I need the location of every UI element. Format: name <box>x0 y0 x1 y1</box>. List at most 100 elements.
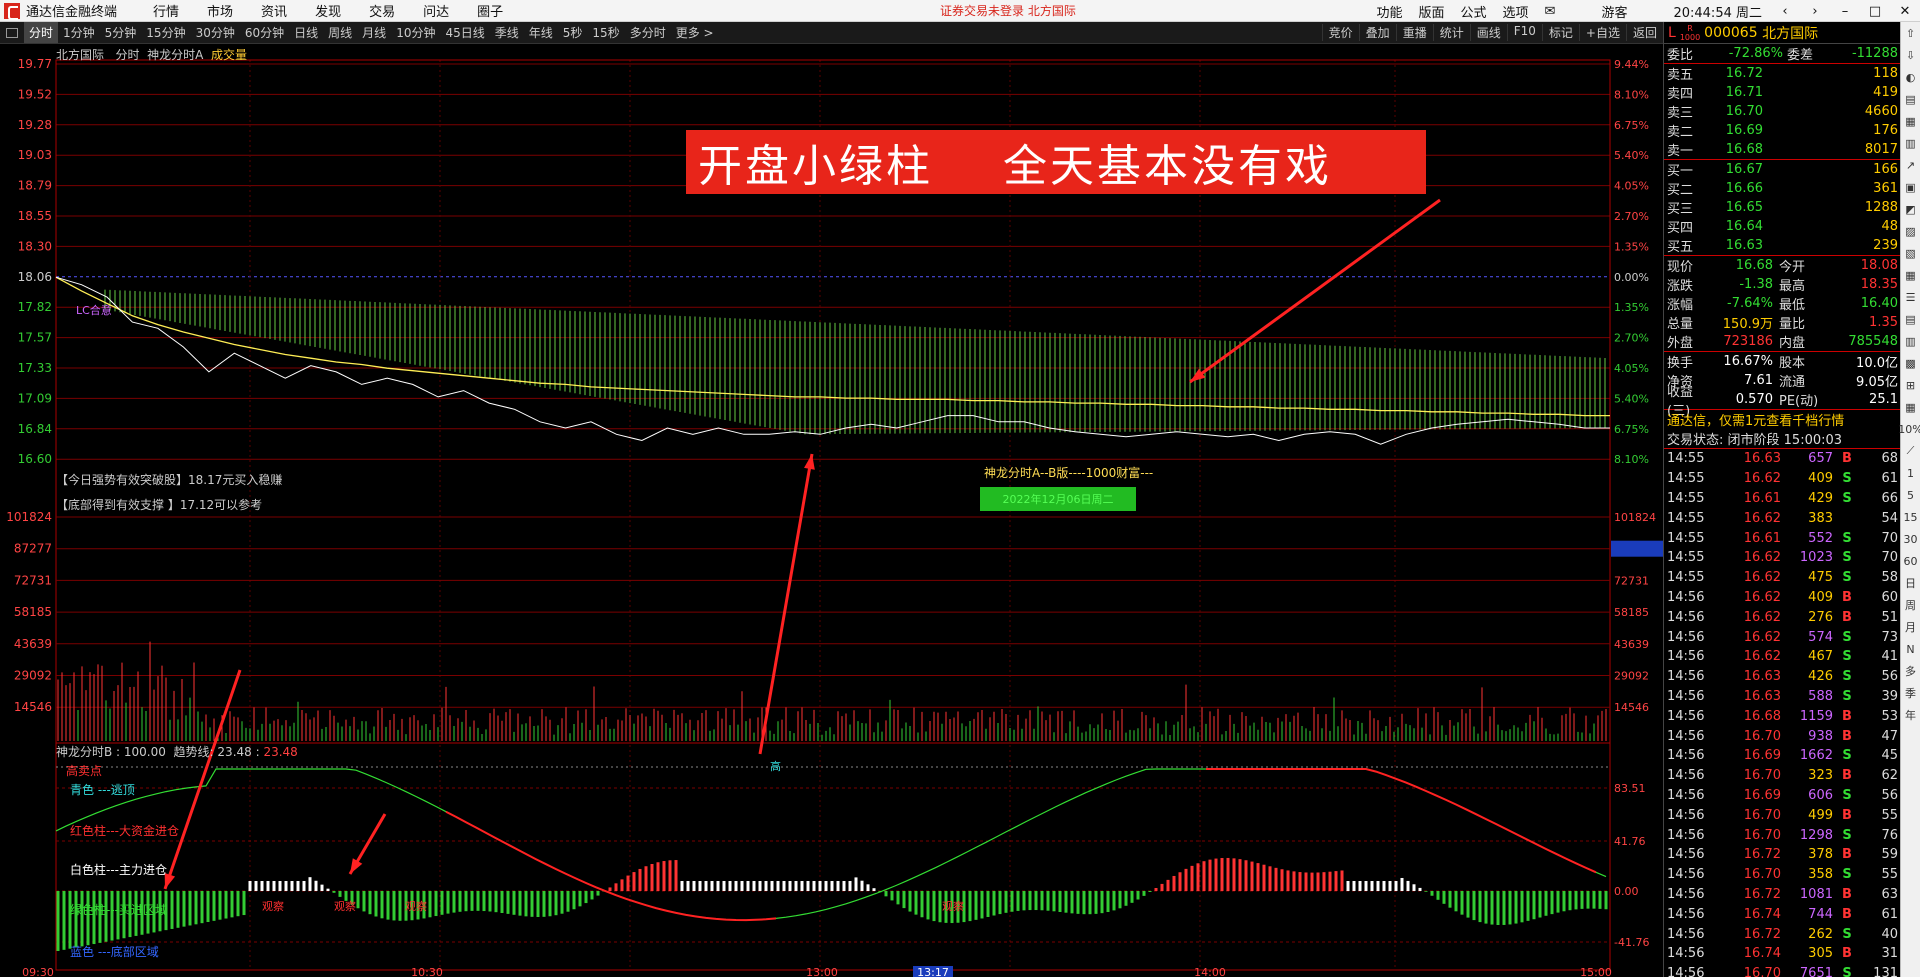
period-tab[interactable]: 15分钟 <box>141 22 190 43</box>
login-notice[interactable]: 证券交易未登录 北方国际 <box>940 2 1076 19</box>
menu-shichang[interactable]: 市场 <box>193 1 247 20</box>
tick-row: 14:56 16.72 262 S 40 <box>1664 924 1900 944</box>
side-tool-icon[interactable]: ⟋ <box>1901 440 1920 462</box>
side-tool-icon[interactable]: ▤ <box>1901 308 1920 330</box>
period-tab[interactable]: 分时 <box>24 22 59 43</box>
close-icon[interactable]: ✕ <box>1890 4 1920 19</box>
tick-side: S <box>1842 787 1852 803</box>
side-tool-icon[interactable]: 15 <box>1901 506 1920 528</box>
user-label[interactable]: 游客 <box>1593 2 1635 21</box>
maximize-icon[interactable]: □ <box>1860 4 1890 19</box>
book-volume: 361 <box>1873 181 1898 196</box>
tick-row: 14:55 16.62 475 S 58 <box>1664 568 1900 588</box>
period-tab[interactable]: 45日线 <box>440 22 489 43</box>
period-tab[interactable]: 30分钟 <box>191 22 240 43</box>
side-tool-icon[interactable]: 5 <box>1901 484 1920 506</box>
book-price: 16.66 <box>1725 181 1763 196</box>
period-tab[interactable]: 60分钟 <box>240 22 289 43</box>
panel-stock-header[interactable]: L R 1000 000065 北方国际 <box>1664 22 1900 44</box>
title-bar: 通达信金融终端 行情 市场 资讯 发现 交易 问达 圈子 证券交易未登录 北方国… <box>0 0 1920 22</box>
period-tab[interactable]: 季线 <box>490 22 524 43</box>
period-tab[interactable]: 15秒 <box>587 22 624 43</box>
chart-tool-button[interactable]: 重播 <box>1395 24 1433 41</box>
tick-row: 14:56 16.70 7651 S 131 <box>1664 964 1900 977</box>
pct-tick-label: 8.10% <box>1614 88 1649 101</box>
period-tab[interactable]: 5分钟 <box>100 22 142 43</box>
menu-xuanxiang[interactable]: 选项 <box>1495 2 1537 21</box>
period-tab[interactable]: 多分时 <box>625 22 671 43</box>
side-tool-icon[interactable]: 季 <box>1901 682 1920 704</box>
side-tool-icon[interactable]: ⇩ <box>1901 44 1920 66</box>
minimize-icon[interactable]: – <box>1830 4 1860 19</box>
chart-tool-button[interactable]: 竞价 <box>1321 24 1359 41</box>
period-tab[interactable]: 月线 <box>357 22 391 43</box>
chart-tool-button[interactable]: 画线 <box>1469 24 1507 41</box>
menu-gongshi[interactable]: 公式 <box>1453 2 1495 21</box>
period-tab[interactable]: 1分钟 <box>58 22 100 43</box>
side-tool-icon[interactable]: ▤ <box>1901 88 1920 110</box>
ad-banner[interactable]: 通达信，仅需1元查看千档行情 <box>1664 409 1900 429</box>
chart-tool-button[interactable]: 叠加 <box>1358 24 1396 41</box>
chart-tool-button[interactable]: 标记 <box>1541 24 1579 41</box>
side-tool-icon[interactable]: ▥ <box>1901 132 1920 154</box>
side-tool-icon[interactable]: 周 <box>1901 594 1920 616</box>
menu-gongneng[interactable]: 功能 <box>1368 2 1410 21</box>
side-tool-icon[interactable]: 日 <box>1901 572 1920 594</box>
period-tab[interactable]: 日线 <box>289 22 323 43</box>
side-tool-icon[interactable]: ◐ <box>1901 66 1920 88</box>
side-tool-icon[interactable]: 多 <box>1901 660 1920 682</box>
side-tool-icon[interactable]: ▦ <box>1901 110 1920 132</box>
tick-volume: 323 <box>1808 768 1833 784</box>
side-tool-icon[interactable]: ▩ <box>1901 352 1920 374</box>
menu-faxian[interactable]: 发现 <box>301 1 355 20</box>
menu-wenda[interactable]: 问达 <box>409 1 463 20</box>
side-tool-icon[interactable]: ⊞ <box>1901 374 1920 396</box>
intraday-chart[interactable]: 19.77 9.44% 19.52 8.10% 19.28 6.75% 19.03 5.40%… <box>0 44 1663 977</box>
side-tool-icon[interactable]: 月 <box>1901 616 1920 638</box>
layout-toggle-icon[interactable] <box>6 27 18 38</box>
quote-panel: L R 1000 000065 北方国际 委比 -72.86% 委差 -11288… <box>1663 22 1900 977</box>
menu-hangqing[interactable]: 行情 <box>139 1 193 20</box>
forward-icon[interactable]: › <box>1800 4 1830 19</box>
side-tool-icon[interactable]: ☰ <box>1901 286 1920 308</box>
trade-status-value: 闭市阶段 15:00:03 <box>1727 433 1843 448</box>
side-tool-icon[interactable]: ▦ <box>1901 264 1920 286</box>
tick-side: B <box>1842 589 1852 605</box>
side-tool-icon[interactable]: ↗ <box>1901 154 1920 176</box>
side-tool-icon[interactable]: ▣ <box>1901 176 1920 198</box>
panel-stock-name: 北方国际 <box>1762 25 1819 42</box>
book-price: 16.63 <box>1725 238 1763 253</box>
menu-zixun[interactable]: 资讯 <box>247 1 301 20</box>
menu-banmian[interactable]: 版面 <box>1411 2 1453 21</box>
side-tool-icon[interactable]: 60 <box>1901 550 1920 572</box>
side-tool-icon[interactable]: ▥ <box>1901 330 1920 352</box>
menu-jiaoyi[interactable]: 交易 <box>355 1 409 20</box>
side-tool-icon[interactable]: 30 <box>1901 528 1920 550</box>
side-tool-icon[interactable]: ▦ <box>1901 396 1920 418</box>
tick-price: 16.62 <box>1743 550 1781 566</box>
tick-list[interactable]: 14:55 16.63 657 B 68 14:55 16.62 409 S 61 14:55 16.… <box>1664 449 1900 977</box>
period-tab[interactable]: 5秒 <box>558 22 588 43</box>
period-tab[interactable]: 年线 <box>524 22 558 43</box>
side-tool-icon[interactable]: ⇧ <box>1901 22 1920 44</box>
side-tool-icon[interactable]: ▧ <box>1901 242 1920 264</box>
mail-icon[interactable]: ✉ <box>1537 4 1564 19</box>
side-tool-icon[interactable]: 1 <box>1901 462 1920 484</box>
tick-row: 14:56 16.70 358 S 55 <box>1664 865 1900 885</box>
chart-tool-button[interactable]: F10 <box>1506 24 1542 41</box>
side-tool-icon[interactable]: 10% <box>1898 418 1920 440</box>
price-tick-label: 17.82 <box>18 300 52 314</box>
side-tool-icon[interactable]: ▨ <box>1901 220 1920 242</box>
panel-stock-code: 000065 <box>1704 24 1758 41</box>
chart-tool-button[interactable]: +自选 <box>1578 24 1626 41</box>
period-tab[interactable]: 周线 <box>323 22 357 43</box>
period-tab[interactable]: 更多 > <box>671 22 719 43</box>
chart-tool-button[interactable]: 统计 <box>1432 24 1470 41</box>
side-tool-icon[interactable]: N <box>1901 638 1920 660</box>
chart-tool-button[interactable]: 返回 <box>1625 24 1663 41</box>
menu-quanzi[interactable]: 圈子 <box>463 1 517 20</box>
back-icon[interactable]: ‹ <box>1770 4 1800 19</box>
side-tool-icon[interactable]: 年 <box>1901 704 1920 726</box>
period-tab[interactable]: 10分钟 <box>391 22 440 43</box>
side-tool-icon[interactable]: ◩ <box>1901 198 1920 220</box>
